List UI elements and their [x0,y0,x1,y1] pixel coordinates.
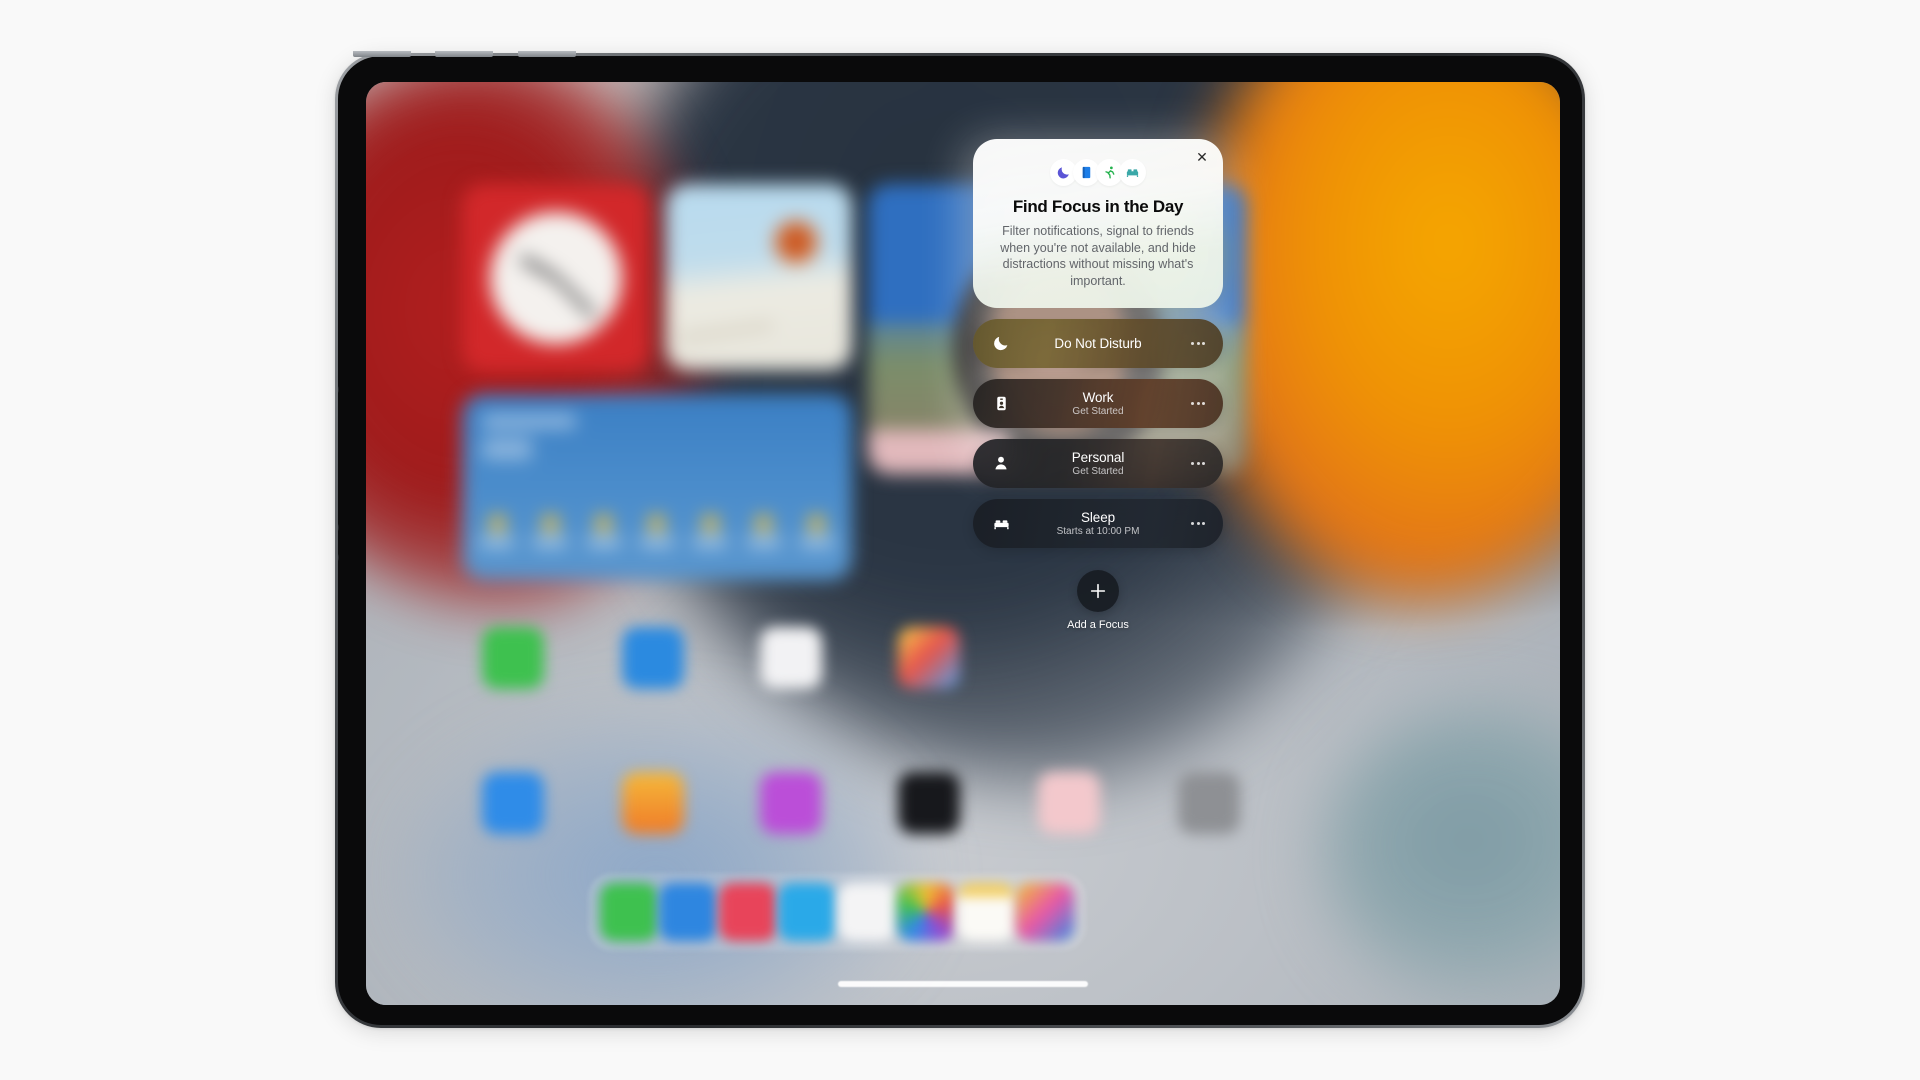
weather-temperature [482,438,532,460]
add-focus-button[interactable] [1077,569,1119,612]
weather-day-cell [693,515,728,546]
ipad-bezel: ✕ Find Focus in the Day Filter notificat… [338,56,1582,1025]
settings-app-icon[interactable] [1178,772,1240,834]
weather-day-cell [746,515,781,546]
focus-mode-personal[interactable]: Personal Get Started [973,438,1223,488]
music-dock-icon[interactable] [718,883,777,941]
clock-minute-hand [553,275,597,319]
antenna-line-3 [518,51,576,57]
focus-mode-title: Work [1082,389,1114,405]
ipad-screen: ✕ Find Focus in the Day Filter notificat… [366,82,1560,1005]
more-options-button[interactable] [1187,336,1209,350]
focus-info-card: ✕ Find Focus in the Day Filter notificat… [973,139,1223,308]
clock-face [490,212,622,344]
weather-day-cell [533,515,568,546]
plus-icon [1090,583,1106,598]
focus-mode-do-not-disturb[interactable]: Do Not Disturb [973,318,1223,368]
messages-app-icon[interactable] [482,627,544,689]
podcasts-app-icon[interactable] [622,772,684,834]
maps-widget[interactable] [666,184,852,370]
weather-location [482,414,576,428]
focus-mode-title: Sleep [1080,509,1116,525]
weather-day-cell [480,515,514,546]
moon-icon [990,332,1012,354]
photos-app-icon[interactable] [898,627,960,689]
ipad-device-frame: ✕ Find Focus in the Day Filter notificat… [335,51,1585,1028]
focus-panel: ✕ Find Focus in the Day Filter notificat… [973,139,1223,631]
shortcuts-dock-icon[interactable] [1016,883,1075,941]
books-dock-icon[interactable] [837,883,896,941]
music-app-icon[interactable] [760,772,822,834]
bed-icon [990,512,1012,534]
clock-hour-hand [519,254,558,282]
focus-mode-subtitle: Starts at 10:00 PM [1056,525,1140,537]
bed-icon [1119,159,1146,186]
dock [588,873,1086,951]
focus-card-description: Filter notifications, signal to friends … [1000,224,1196,288]
close-icon[interactable]: ✕ [1193,149,1211,167]
focus-icon-cluster [987,159,1209,186]
focus-mode-sleep[interactable]: Sleep Starts at 10:00 PM [973,498,1223,548]
sensor-dot-1 [338,383,339,396]
antenna-line-1 [353,51,411,57]
clock-widget[interactable] [462,184,650,372]
antenna-line-2 [435,51,493,57]
focus-mode-subtitle: Get Started [1072,465,1124,477]
notes-dock-icon[interactable] [956,883,1015,941]
app-store-app-icon[interactable] [482,772,544,834]
photos-dock-icon[interactable] [897,883,956,941]
tv-app-icon[interactable] [898,772,960,834]
focus-mode-work[interactable]: Work Get Started [973,378,1223,428]
messages-dock-icon[interactable] [599,883,658,941]
weather-day-cell [586,515,621,546]
add-focus-label: Add a Focus [1067,618,1129,631]
shortcuts-app-icon[interactable] [1038,772,1100,834]
weather-widget[interactable] [462,394,852,580]
focus-mode-title: Personal [1071,449,1125,465]
sensor-dot-3 [338,551,339,564]
add-focus-group: Add a Focus [973,569,1223,631]
focus-card-title: Find Focus in the Day [1012,197,1184,216]
files-app-icon[interactable] [760,627,822,689]
map-road [677,320,775,343]
focus-mode-title: Do Not Disturb [1054,335,1142,351]
weather-day-cell [639,515,674,546]
page-root: ✕ Find Focus in the Day Filter notificat… [0,0,1920,1080]
id-badge-icon [990,392,1012,414]
focus-mode-subtitle: Get Started [1072,405,1124,417]
sensor-dot-2 [338,521,339,534]
person-icon [990,452,1012,474]
safari-dock-icon[interactable] [659,883,718,941]
weather-day-cell [799,515,834,546]
map-pin-marker [774,220,818,264]
facetime-dock-icon[interactable] [778,883,837,941]
more-options-button[interactable] [1187,456,1209,470]
more-options-button[interactable] [1187,516,1209,530]
safari-app-icon[interactable] [622,627,684,689]
home-indicator-bar[interactable] [838,981,1088,987]
more-options-button[interactable] [1187,396,1209,410]
weather-forecast-row [480,515,834,546]
